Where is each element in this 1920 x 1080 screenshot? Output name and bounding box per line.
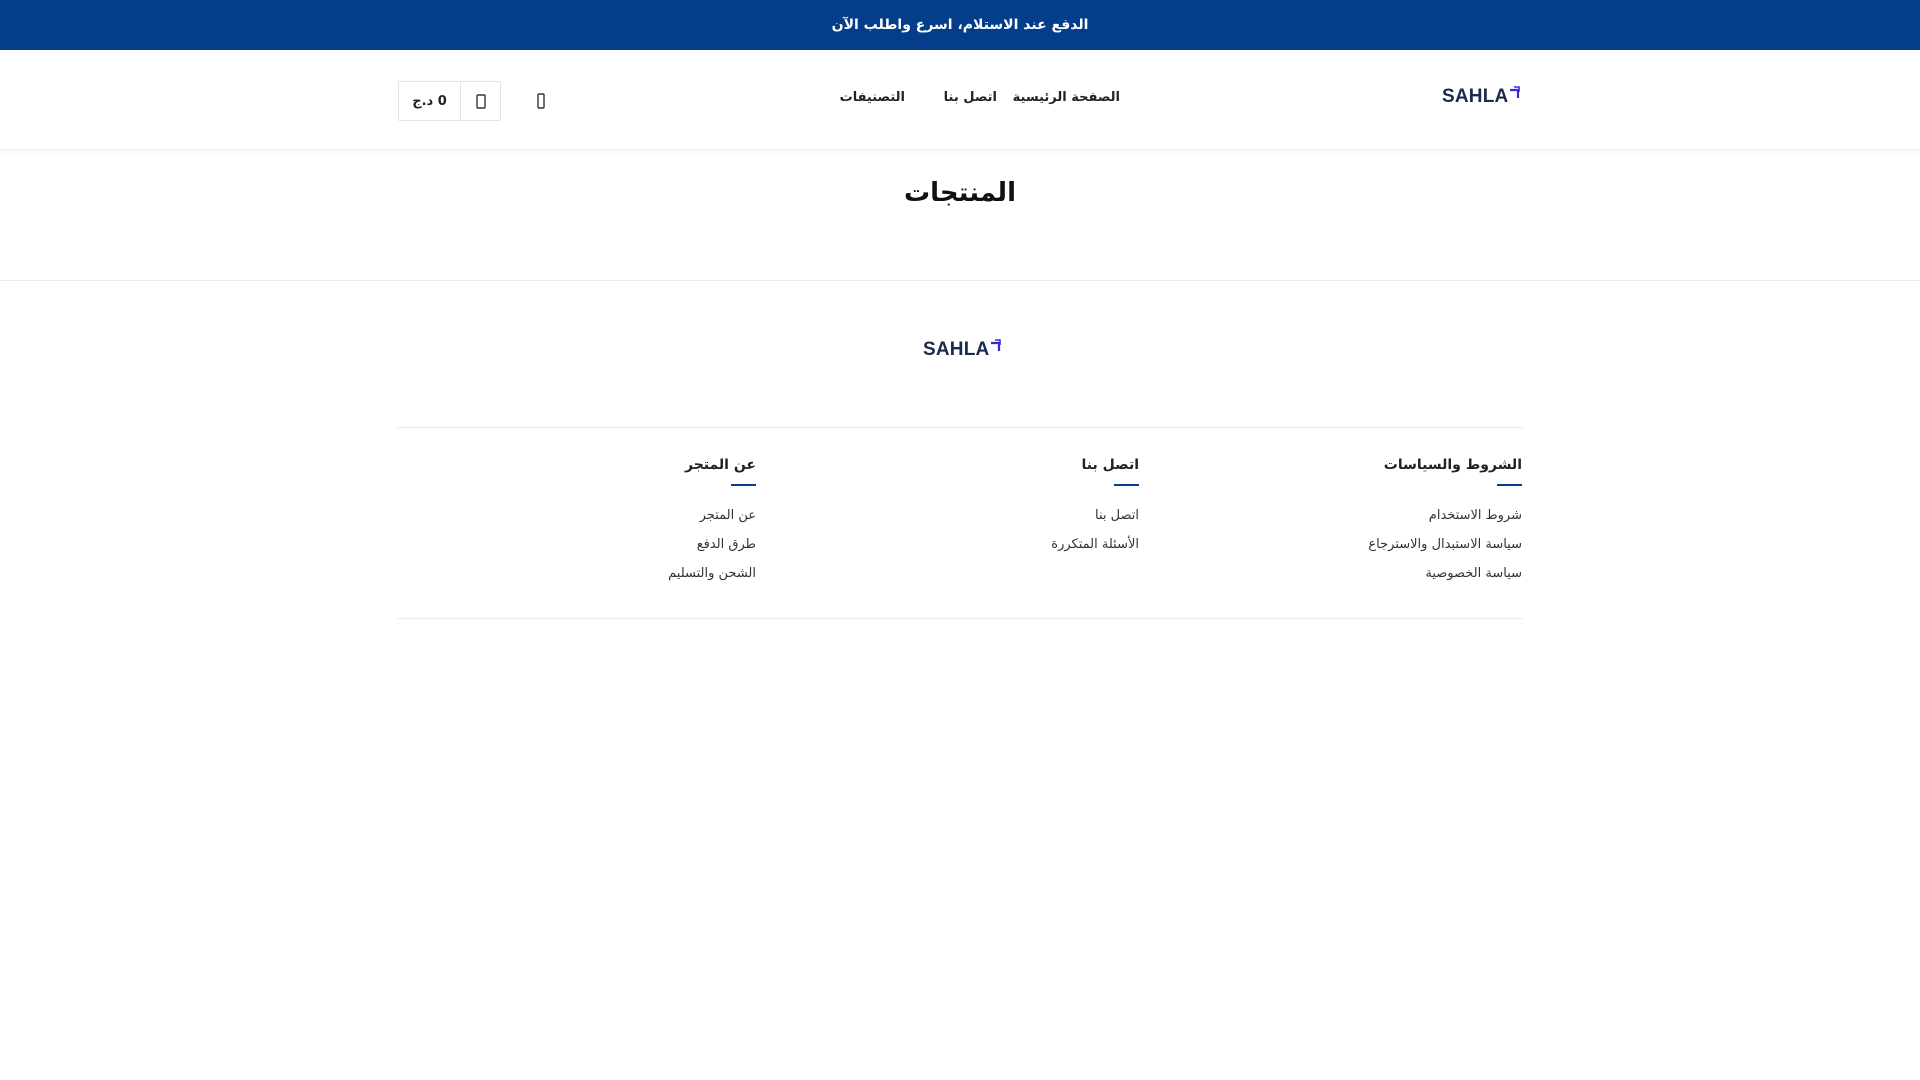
logo-text: SAHLA: [1442, 86, 1509, 107]
footer-column-about: عن المتجر عن المتجر طرق الدفع الشحن والت…: [668, 457, 756, 588]
footer-divider-top: [397, 427, 1523, 428]
site-header: SAHLA الصفحة الرئيسية اتصل بنا التصنيفات…: [0, 50, 1920, 150]
content-divider: [0, 280, 1920, 281]
footer-divider-bottom: [397, 618, 1523, 619]
footer-link[interactable]: الشحن والتسليم: [668, 559, 756, 588]
footer-link[interactable]: سياسة الخصوصية: [1368, 559, 1522, 588]
shopping-bag-icon: [475, 94, 486, 109]
footer-link[interactable]: شروط الاستخدام: [1368, 501, 1522, 530]
main-nav: الصفحة الرئيسية اتصل بنا التصنيفات: [820, 90, 1120, 110]
title-underline: [731, 484, 756, 486]
footer-link[interactable]: طرق الدفع: [668, 530, 756, 559]
footer-column-title: الشروط والسياسات: [1383, 457, 1522, 473]
footer-logo[interactable]: SAHLA: [923, 339, 1002, 361]
footer-column-title: عن المتجر: [685, 457, 756, 473]
logo-arrow-icon: [991, 339, 1002, 351]
header-logo[interactable]: SAHLA: [1442, 86, 1521, 108]
footer-link[interactable]: الأسئلة المتكررة: [1051, 530, 1139, 559]
announcement-text: الدفع عند الاستلام، اسرع واطلب الآن: [831, 17, 1089, 33]
nav-item-contact[interactable]: اتصل بنا: [944, 90, 997, 105]
cart-total: 0 د.ج: [399, 82, 461, 120]
nav-item-home[interactable]: الصفحة الرئيسية: [1013, 90, 1120, 105]
title-underline: [1497, 484, 1522, 486]
title-underline: [1114, 484, 1139, 486]
nav-item-categories[interactable]: التصنيفات: [840, 90, 905, 105]
logo-arrow-icon: [1510, 86, 1521, 98]
footer-link[interactable]: سياسة الاستبدال والاسترجاع: [1368, 530, 1522, 559]
footer-link[interactable]: اتصل بنا: [1051, 501, 1139, 530]
footer-column-title: اتصل بنا: [1081, 457, 1139, 473]
search-icon[interactable]: [532, 92, 550, 110]
announcement-bar: الدفع عند الاستلام، اسرع واطلب الآن: [0, 0, 1920, 50]
footer-column-policies: الشروط والسياسات شروط الاستخدام سياسة ال…: [1368, 457, 1522, 588]
footer-logo-text: SAHLA: [923, 339, 990, 360]
footer-column-contact: اتصل بنا اتصل بنا الأسئلة المتكررة: [1051, 457, 1139, 559]
footer-link[interactable]: عن المتجر: [668, 501, 756, 530]
cart-button[interactable]: 0 د.ج: [398, 81, 501, 121]
page-title: المنتجات: [904, 178, 1016, 208]
